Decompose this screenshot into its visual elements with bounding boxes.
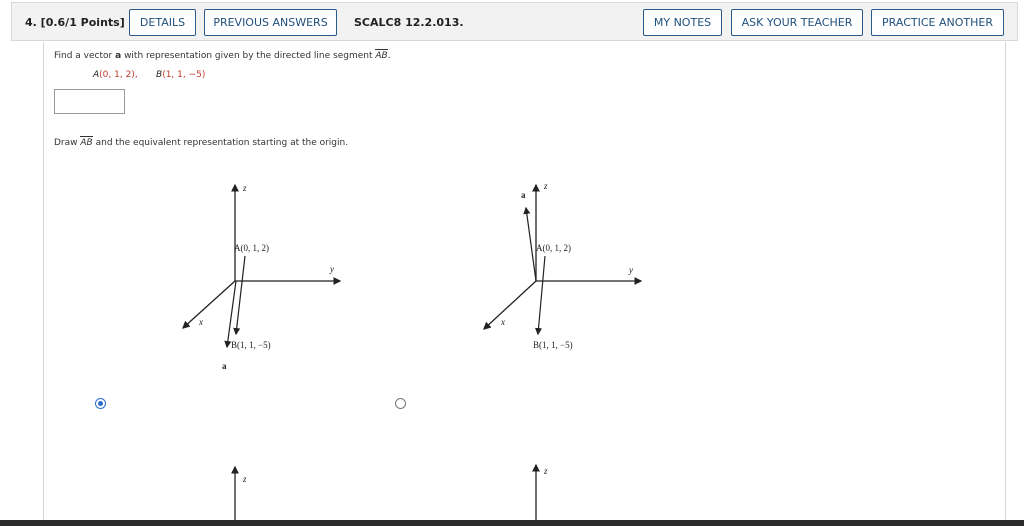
bottom-edge — [0, 520, 1024, 526]
graph-option-4: z — [532, 463, 548, 520]
z-axis-label: z — [543, 466, 548, 476]
